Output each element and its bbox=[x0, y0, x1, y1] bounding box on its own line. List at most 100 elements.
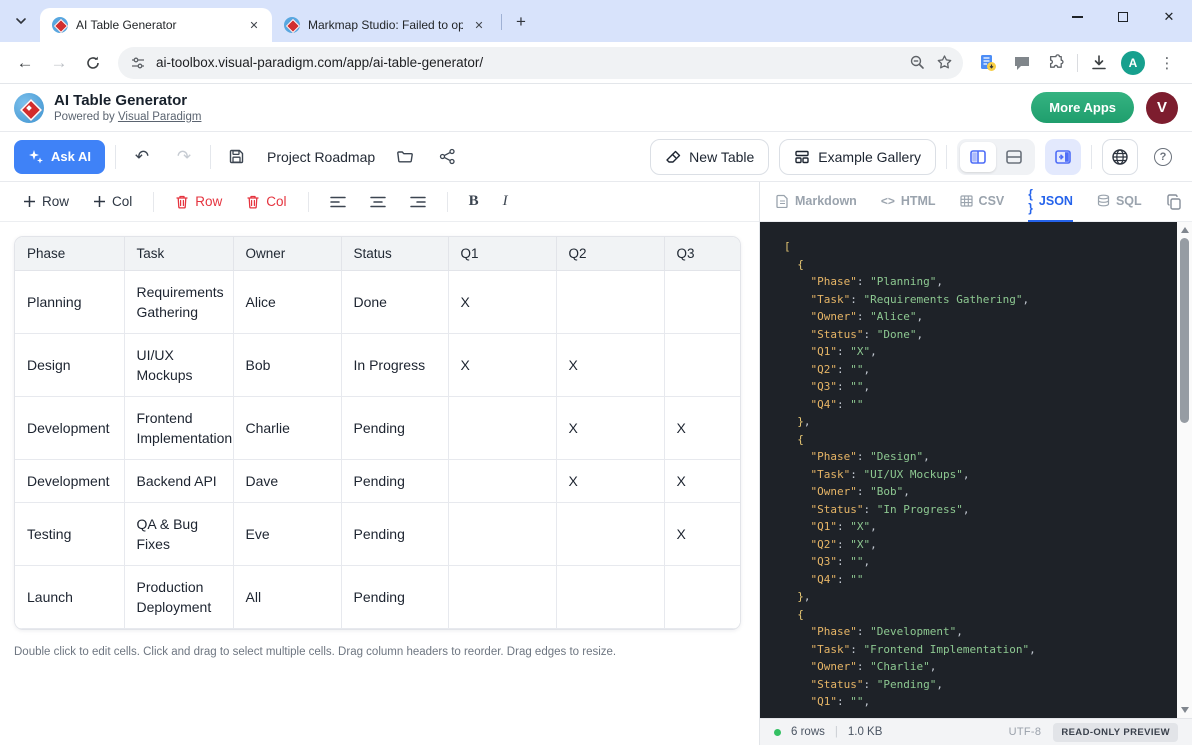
tab-search-button[interactable] bbox=[8, 8, 34, 34]
code-scrollbar[interactable] bbox=[1177, 222, 1192, 718]
delete-col-button[interactable]: Col bbox=[237, 188, 295, 216]
table-cell[interactable] bbox=[448, 566, 556, 629]
table-cell[interactable]: Pending bbox=[341, 503, 448, 566]
tab-html[interactable]: <> HTML bbox=[881, 182, 936, 222]
tab-close-icon[interactable]: ✕ bbox=[471, 17, 487, 33]
user-avatar[interactable]: V bbox=[1146, 92, 1178, 124]
table-cell[interactable]: Frontend Implementation bbox=[124, 397, 233, 460]
language-button[interactable] bbox=[1102, 139, 1138, 175]
tab-close-icon[interactable]: ✕ bbox=[246, 17, 262, 33]
align-center-button[interactable] bbox=[361, 188, 395, 216]
tab-csv[interactable]: CSV bbox=[960, 182, 1005, 222]
site-settings-icon[interactable] bbox=[130, 55, 146, 71]
column-header[interactable]: Task bbox=[124, 237, 233, 271]
browser-menu-icon[interactable]: ⋮ bbox=[1152, 48, 1182, 78]
table-cell[interactable]: Production Deployment bbox=[124, 566, 233, 629]
table-cell[interactable]: Bob bbox=[233, 334, 341, 397]
table-cell[interactable]: Eve bbox=[233, 503, 341, 566]
zoom-icon[interactable] bbox=[909, 54, 926, 71]
delete-row-button[interactable]: Row bbox=[166, 188, 231, 216]
table-cell[interactable] bbox=[448, 397, 556, 460]
table-cell[interactable] bbox=[664, 271, 741, 334]
table-cell[interactable]: X bbox=[664, 397, 741, 460]
browser-tab-active[interactable]: AI Table Generator ✕ bbox=[40, 8, 272, 42]
scrollbar-thumb[interactable] bbox=[1180, 238, 1189, 423]
bold-button[interactable]: B bbox=[460, 188, 488, 216]
table-cell[interactable]: Pending bbox=[341, 397, 448, 460]
table-cell[interactable] bbox=[664, 566, 741, 629]
table-cell[interactable] bbox=[556, 503, 664, 566]
table-cell[interactable]: X bbox=[664, 503, 741, 566]
example-gallery-button[interactable]: Example Gallery bbox=[779, 139, 936, 175]
share-button[interactable] bbox=[431, 141, 463, 173]
table-cell[interactable]: Dave bbox=[233, 460, 341, 503]
open-folder-button[interactable] bbox=[389, 141, 421, 173]
table-cell[interactable]: Backend API bbox=[124, 460, 233, 503]
table-cell[interactable] bbox=[448, 460, 556, 503]
ask-ai-button[interactable]: Ask AI bbox=[14, 140, 105, 174]
comment-icon[interactable] bbox=[1007, 48, 1037, 78]
undo-button[interactable]: ↶ bbox=[126, 141, 158, 173]
table-cell[interactable]: X bbox=[556, 334, 664, 397]
table-cell[interactable]: Done bbox=[341, 271, 448, 334]
table-cell[interactable]: UI/UX Mockups bbox=[124, 334, 233, 397]
table-cell[interactable]: Requirements Gathering bbox=[124, 271, 233, 334]
column-header[interactable]: Owner bbox=[233, 237, 341, 271]
collapse-panel-button[interactable] bbox=[1045, 139, 1081, 175]
omnibox[interactable]: ai-toolbox.visual-paradigm.com/app/ai-ta… bbox=[118, 47, 963, 79]
profile-avatar[interactable]: A bbox=[1118, 48, 1148, 78]
downloads-icon[interactable] bbox=[1084, 48, 1114, 78]
forward-button[interactable]: → bbox=[44, 48, 74, 78]
column-header[interactable]: Q2 bbox=[556, 237, 664, 271]
code-lines[interactable]: [ { "Phase": "Planning", "Task": "Requir… bbox=[760, 222, 1192, 711]
table-cell[interactable]: Pending bbox=[341, 460, 448, 503]
table-cell[interactable]: Charlie bbox=[233, 397, 341, 460]
table-cell[interactable] bbox=[448, 503, 556, 566]
reload-button[interactable] bbox=[78, 48, 108, 78]
table-cell[interactable] bbox=[556, 566, 664, 629]
table-cell[interactable]: Development bbox=[15, 460, 124, 503]
table-cell[interactable]: X bbox=[664, 460, 741, 503]
help-button[interactable]: ? bbox=[1148, 142, 1178, 172]
minimize-button[interactable] bbox=[1054, 0, 1100, 34]
visual-paradigm-link[interactable]: Visual Paradigm bbox=[118, 111, 202, 123]
table-cell[interactable]: Design bbox=[15, 334, 124, 397]
save-button[interactable] bbox=[221, 141, 253, 173]
scroll-down-icon[interactable] bbox=[1181, 707, 1189, 713]
column-header[interactable]: Phase bbox=[15, 237, 124, 271]
add-col-button[interactable]: Col bbox=[84, 188, 141, 216]
column-header[interactable]: Status bbox=[341, 237, 448, 271]
table-cell[interactable]: X bbox=[556, 397, 664, 460]
tab-json[interactable]: { } JSON bbox=[1028, 182, 1073, 222]
close-button[interactable]: ✕ bbox=[1146, 0, 1192, 34]
column-header[interactable]: Q1 bbox=[448, 237, 556, 271]
back-button[interactable]: ← bbox=[10, 48, 40, 78]
more-apps-button[interactable]: More Apps bbox=[1031, 92, 1134, 123]
table-cell[interactable]: Testing bbox=[15, 503, 124, 566]
align-right-button[interactable] bbox=[401, 188, 435, 216]
redo-button[interactable]: ↷ bbox=[168, 141, 200, 173]
split-horizontal-button[interactable] bbox=[996, 142, 1032, 172]
new-table-button[interactable]: New Table bbox=[650, 139, 769, 175]
table-cell[interactable] bbox=[556, 271, 664, 334]
table-cell[interactable]: Development bbox=[15, 397, 124, 460]
extensions-icon[interactable] bbox=[1041, 48, 1071, 78]
new-tab-button[interactable]: + bbox=[508, 12, 534, 32]
maximize-button[interactable] bbox=[1100, 0, 1146, 34]
table-cell[interactable]: In Progress bbox=[341, 334, 448, 397]
table-cell[interactable]: All bbox=[233, 566, 341, 629]
document-title[interactable]: Project Roadmap bbox=[267, 149, 375, 165]
tab-markdown[interactable]: Markdown bbox=[776, 182, 857, 222]
table-cell[interactable]: X bbox=[448, 334, 556, 397]
table-cell[interactable]: Launch bbox=[15, 566, 124, 629]
bookmark-star-icon[interactable] bbox=[936, 54, 953, 71]
copy-button[interactable] bbox=[1166, 194, 1182, 210]
italic-button[interactable]: I bbox=[494, 188, 517, 216]
align-left-button[interactable] bbox=[321, 188, 355, 216]
table-cell[interactable]: X bbox=[448, 271, 556, 334]
table-cell[interactable]: Planning bbox=[15, 271, 124, 334]
add-row-button[interactable]: Row bbox=[14, 188, 78, 216]
url-text[interactable]: ai-toolbox.visual-paradigm.com/app/ai-ta… bbox=[156, 55, 899, 70]
scroll-up-icon[interactable] bbox=[1181, 227, 1189, 233]
column-header[interactable]: Q3 bbox=[664, 237, 741, 271]
